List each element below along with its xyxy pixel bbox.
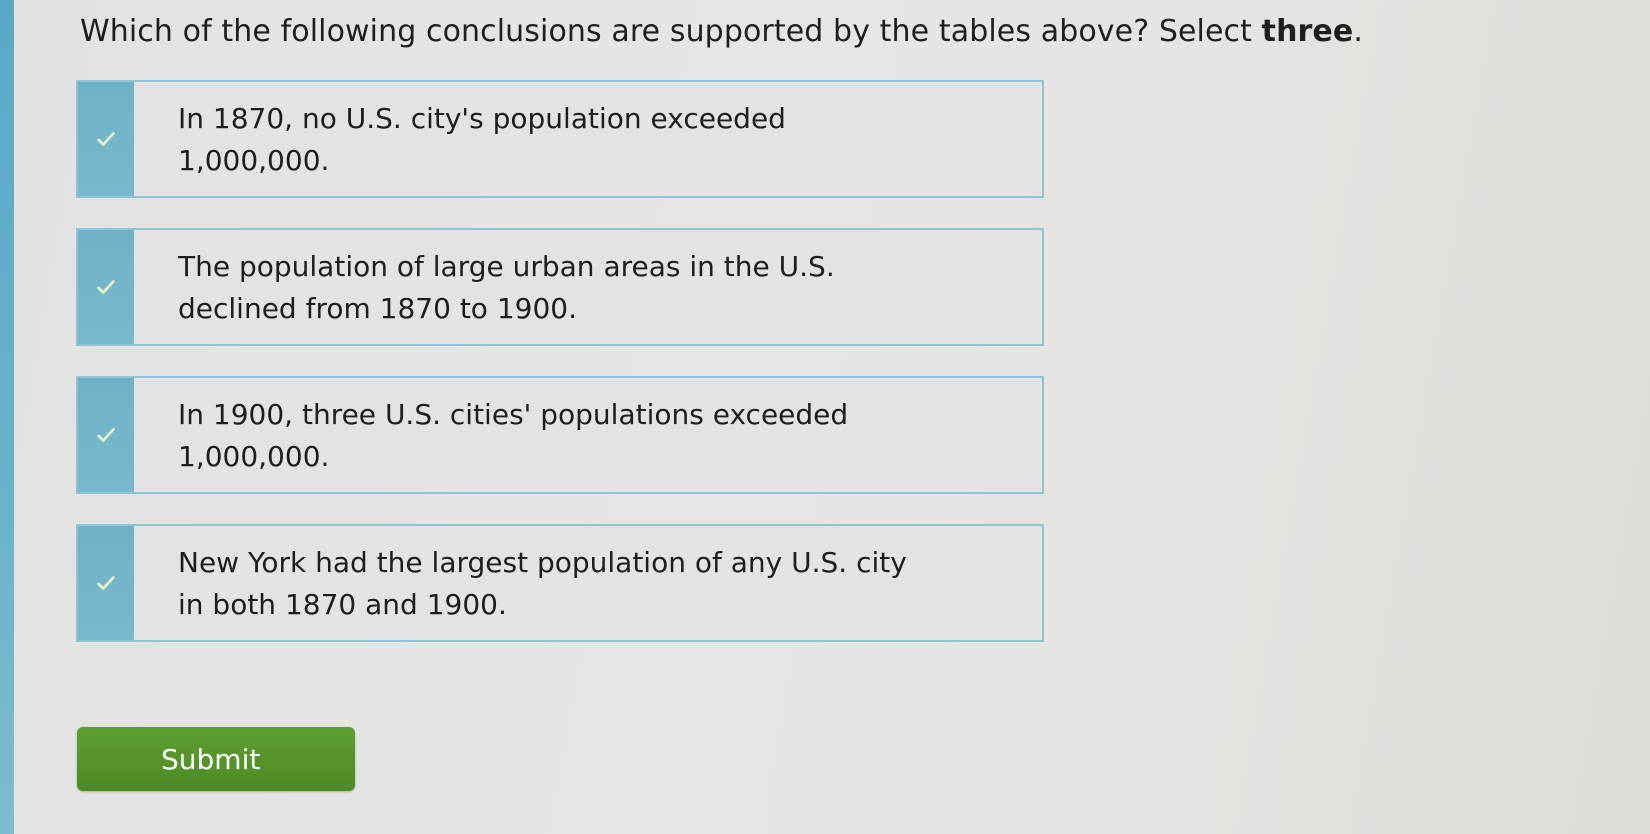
answer-option-2[interactable]: The population of large urban areas in t…: [76, 228, 1044, 346]
check-icon: [97, 280, 115, 294]
check-icon: [97, 576, 115, 590]
option-select-tab[interactable]: [78, 378, 134, 492]
question-suffix: .: [1353, 14, 1363, 49]
submit-button[interactable]: Submit: [77, 727, 355, 791]
question-emphasis: three: [1261, 14, 1354, 49]
check-icon: [97, 132, 115, 146]
option-select-tab[interactable]: [78, 82, 134, 196]
option-text: The population of large urban areas in t…: [178, 250, 835, 325]
answer-option-3[interactable]: In 1900, three U.S. cities' populations …: [76, 376, 1044, 494]
option-text: In 1900, three U.S. cities' populations …: [178, 398, 849, 473]
check-icon: [97, 428, 115, 442]
answer-option-1[interactable]: In 1870, no U.S. city's population excee…: [76, 80, 1044, 198]
left-accent-strip: [0, 0, 14, 834]
answer-options-list: In 1870, no U.S. city's population excee…: [76, 80, 1044, 672]
question-prompt: Which of the following conclusions are s…: [80, 14, 1363, 49]
option-text: In 1870, no U.S. city's population excee…: [178, 102, 786, 177]
answer-option-4[interactable]: New York had the largest population of a…: [76, 524, 1044, 642]
question-prefix: Which of the following conclusions are s…: [80, 14, 1262, 49]
option-select-tab[interactable]: [78, 526, 134, 640]
option-select-tab[interactable]: [78, 230, 134, 344]
option-text: New York had the largest population of a…: [178, 546, 907, 621]
